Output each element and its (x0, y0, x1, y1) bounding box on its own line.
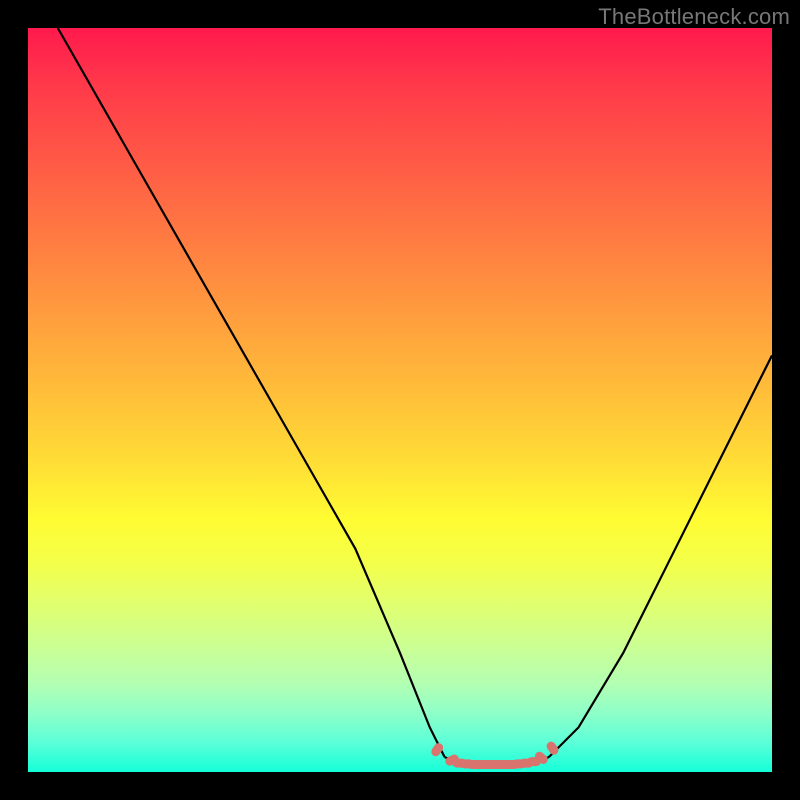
valley-marker-group (429, 740, 560, 769)
valley-marker (545, 740, 560, 757)
attribution-label: TheBottleneck.com (598, 4, 790, 30)
chart-frame: TheBottleneck.com (0, 0, 800, 800)
curve-right-branch (549, 355, 772, 757)
valley-marker (429, 741, 444, 758)
chart-svg (28, 28, 772, 772)
curve-left-branch (58, 28, 445, 757)
chart-plot-area (28, 28, 772, 772)
